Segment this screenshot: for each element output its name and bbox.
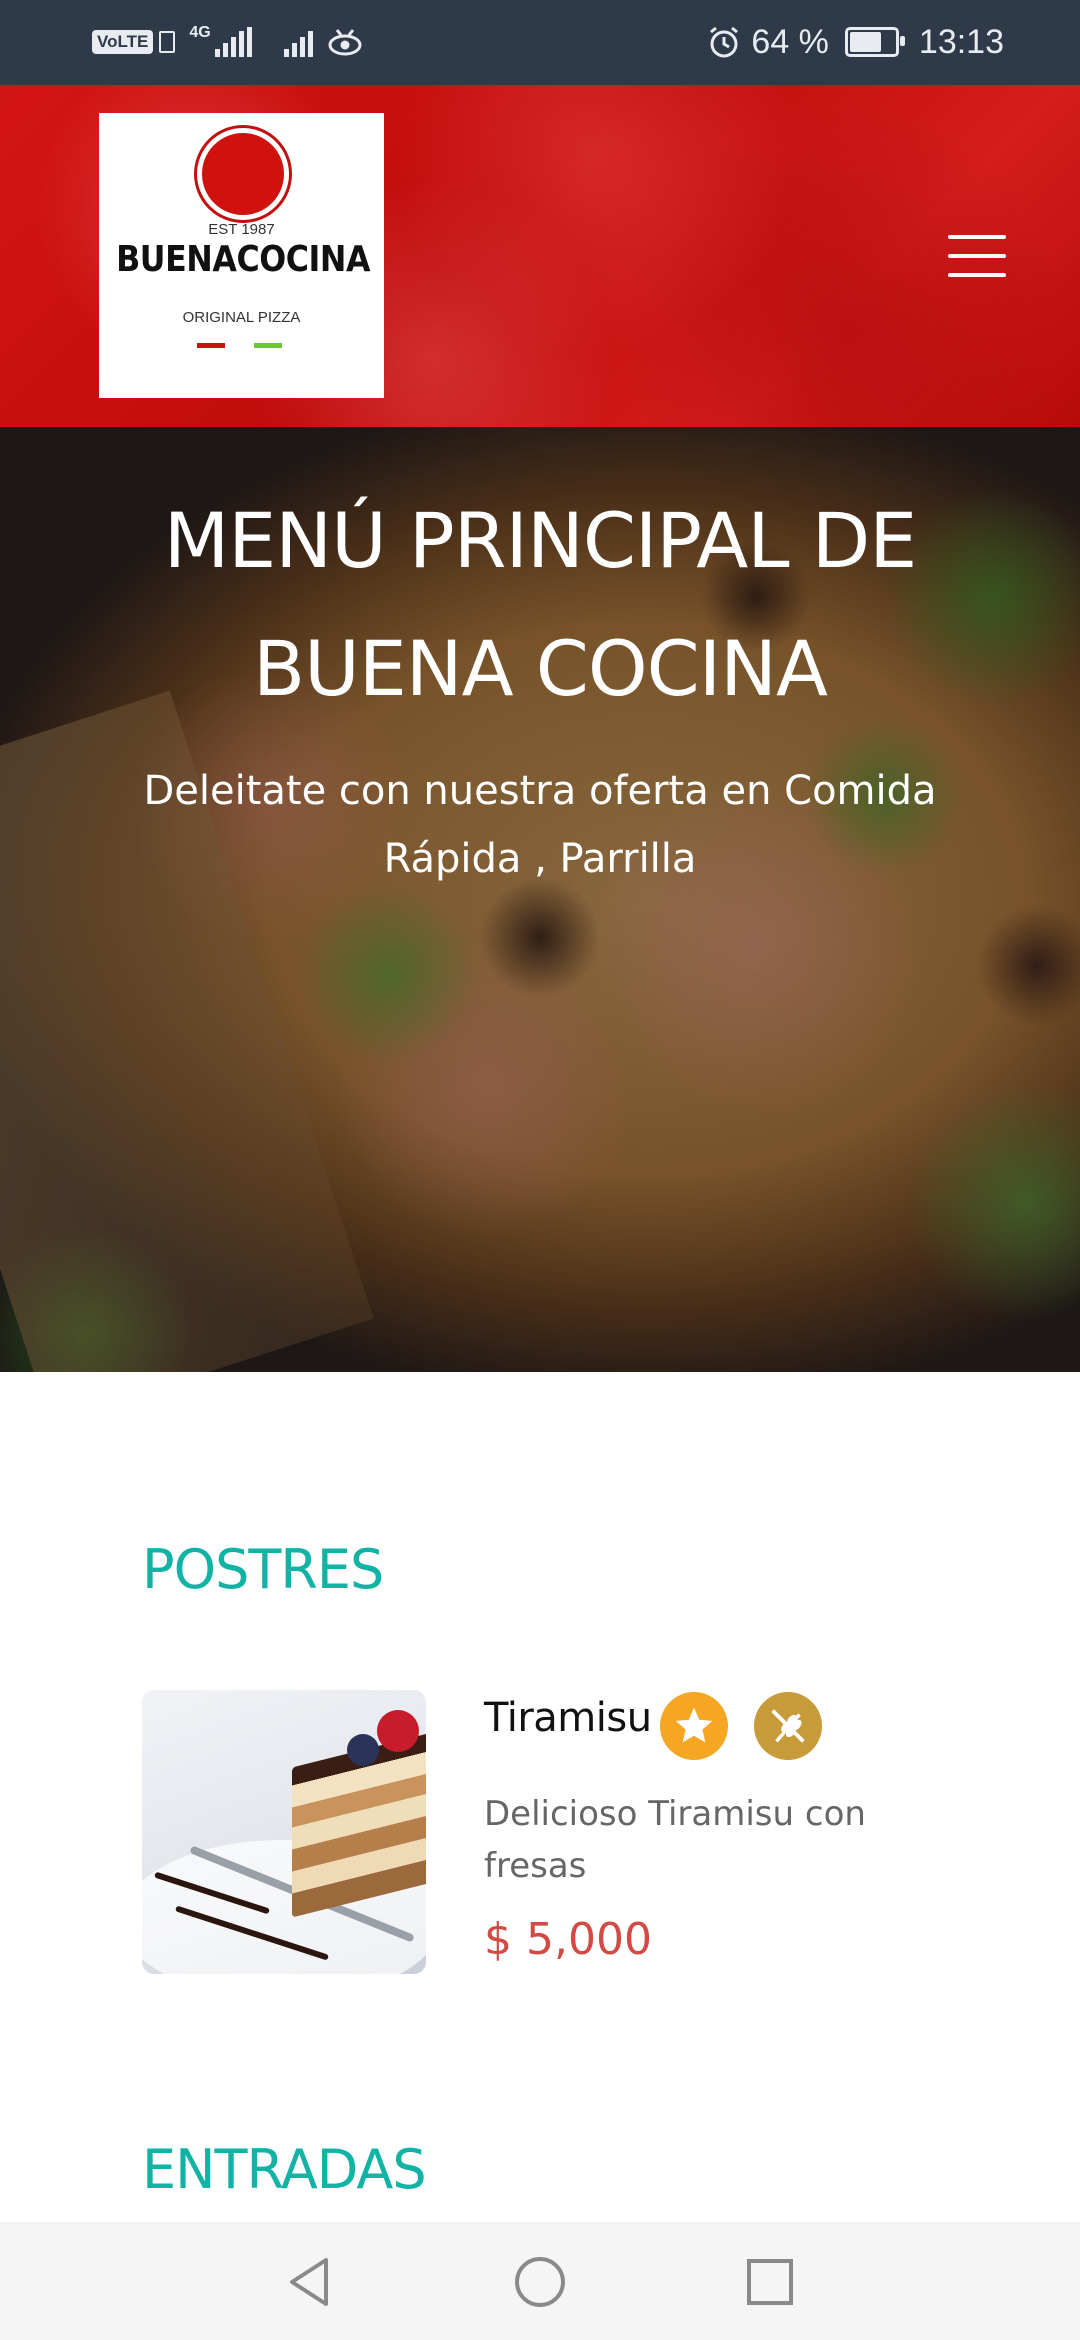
alarm-icon [710,26,739,58]
item-price: $ 5,000 [484,1914,652,1965]
volte-icon: VoLTE [92,30,154,54]
gluten-free-icon [754,1692,822,1760]
hamburger-icon[interactable] [948,235,1006,277]
hero-banner: MENÚ PRINCIPAL DE BUENA COCINA Deleitate… [0,427,1080,1372]
logo-circle-icon [197,128,289,220]
section-title-entradas: ENTRADAS [142,2138,427,2201]
logo-subtitle: ORIGINAL PIZZA [182,309,301,326]
status-bar: VoLTE 4G 64 % 13:13 [0,0,1080,85]
logo-name: BUENACOCINA [116,239,371,280]
section-title-postres: POSTRES [142,1538,384,1601]
item-name: Tiramisu [484,1695,652,1741]
recents-icon[interactable] [740,2252,800,2312]
system-nav-bar [0,2222,1080,2340]
blueberry-shape [347,1734,379,1766]
clock: 13:13 [918,22,1004,61]
signal-icon [283,27,313,57]
signal-icon [214,27,252,57]
logo-dash-green [254,343,282,348]
hero-subtitle: Deleitate con nuestra oferta en Comida R… [143,768,937,882]
status-right: 64 % 13:13 [707,20,1004,64]
network-type: 4G [189,24,211,41]
back-icon[interactable] [280,2252,340,2312]
item-image[interactable] [142,1690,426,1974]
home-icon[interactable] [510,2252,570,2312]
hero-title: MENÚ PRINCIPAL DE BUENA COCINA [163,496,918,713]
logo-est: EST 1987 [208,221,275,238]
sim-icon [159,31,176,53]
raspberry-shape [377,1710,419,1752]
item-description: Delicioso Tiramisu con fresas [484,1794,866,1886]
logo-dash-red [197,343,225,348]
site-header: EST 1987 BUENACOCINA ORIGINAL PIZZA [0,85,1080,427]
battery-percent: 64 % [751,22,829,61]
battery-icon [844,27,905,57]
star-icon [660,1692,728,1760]
eye-icon [328,29,362,56]
logo[interactable]: EST 1987 BUENACOCINA ORIGINAL PIZZA [99,113,384,398]
battery-fill [849,32,881,52]
status-left: VoLTE 4G [92,20,363,64]
